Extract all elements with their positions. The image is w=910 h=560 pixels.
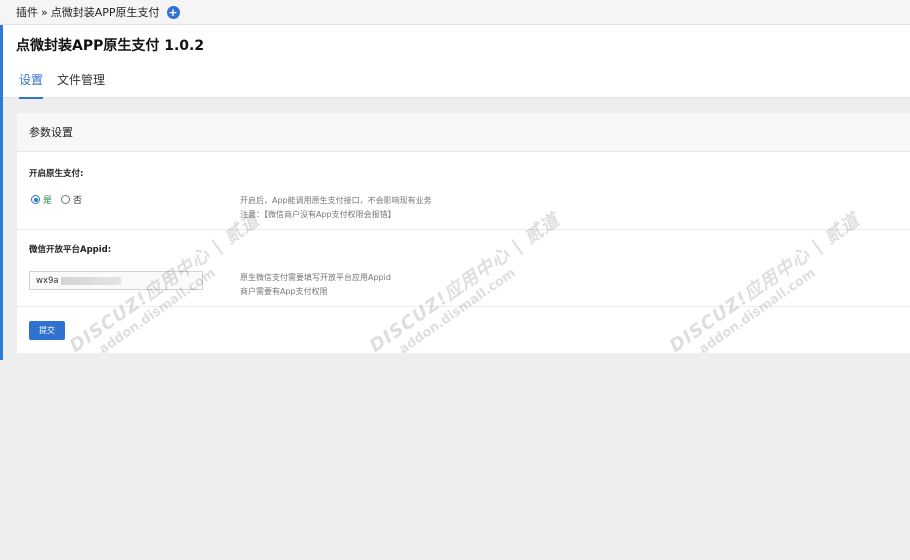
divider — [17, 306, 910, 307]
tab-settings[interactable]: 设置 — [19, 71, 44, 99]
native-pay-help: 开启后，App能调用原生支付接口，不会影响现有业务 注意：【微信商户没有App支… — [240, 194, 432, 222]
radio-yes[interactable] — [31, 195, 40, 204]
tab-file-management[interactable]: 文件管理 — [57, 71, 105, 99]
appid-input[interactable]: wx9a — [29, 271, 203, 290]
appid-blur-mask — [60, 276, 121, 285]
submit-button[interactable]: 提交 — [29, 321, 65, 340]
radio-no-label[interactable]: 否 — [73, 193, 82, 206]
appid-help-line: 原生微信支付需要填写开放平台应用Appid — [240, 273, 391, 282]
appid-help-note: 商户需要有App支付权限 — [240, 287, 328, 296]
radio-yes-label[interactable]: 是 — [43, 193, 52, 206]
plus-circle-icon[interactable]: + — [166, 5, 180, 19]
divider — [17, 229, 910, 230]
appid-help: 原生微信支付需要填写开放平台应用Appid 商户需要有App支付权限 — [240, 271, 391, 299]
appid-label: 微信开放平台Appid: — [29, 245, 112, 255]
settings-panel: 参数设置 开启原生支付: 是 否 开启后，App能调用原生支付接口，不会影响现有… — [17, 113, 910, 353]
radio-no[interactable] — [61, 195, 71, 204]
page-title: 点微封装APP原生支付 1.0.2 — [16, 38, 205, 54]
native-pay-radio-group: 是 否 — [31, 193, 82, 206]
native-pay-label: 开启原生支付: — [29, 169, 84, 179]
appid-value: wx9a — [36, 275, 59, 286]
page-header: 点微封装APP原生支付 1.0.2 设置 文件管理 — [3, 25, 910, 99]
breadcrumb-root[interactable]: 插件 — [16, 4, 38, 20]
native-pay-help-note: 注意：【微信商户没有App支付权限会报错】 — [240, 210, 396, 219]
breadcrumb: 插件 » 点微封装APP原生支付 + — [0, 0, 910, 25]
native-pay-help-line: 开启后，App能调用原生支付接口，不会影响现有业务 — [240, 196, 432, 205]
tab-bar: 设置 文件管理 — [19, 71, 119, 99]
breadcrumb-current: 点微封装APP原生支付 — [50, 6, 160, 19]
panel-title: 参数设置 — [17, 113, 910, 152]
breadcrumb-separator: » — [41, 5, 48, 19]
